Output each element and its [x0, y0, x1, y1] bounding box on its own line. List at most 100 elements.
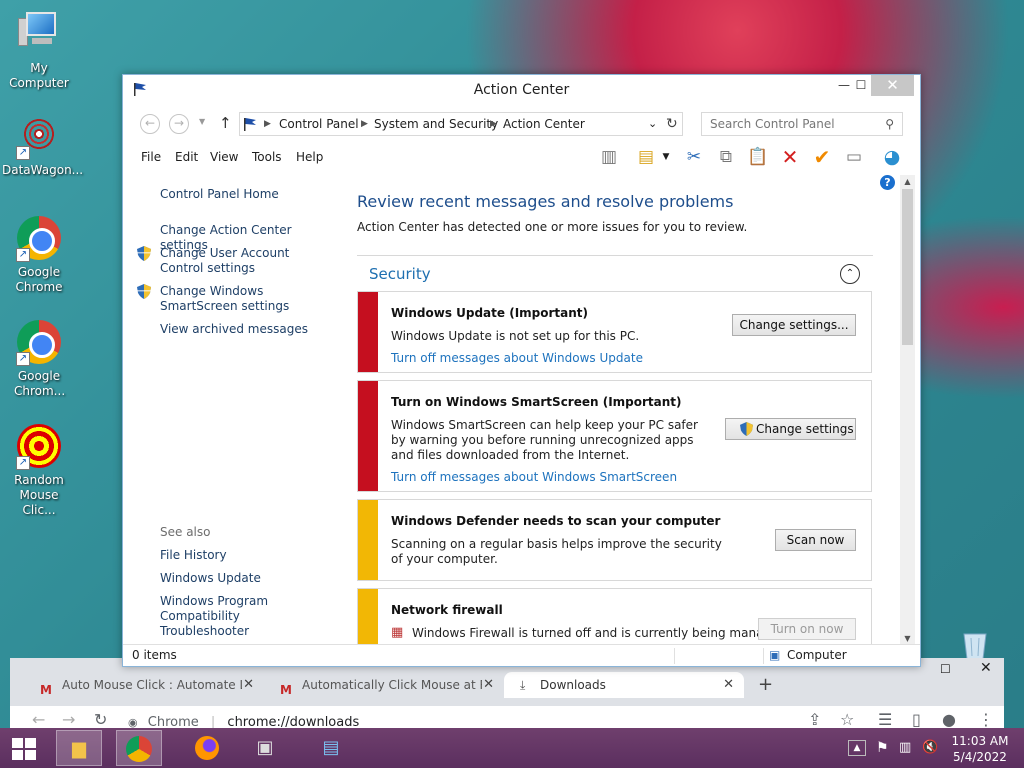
clock[interactable]: 11:03 AM 5/4/2022 [950, 733, 1010, 765]
taskbar-file-explorer[interactable]: ▆ [56, 730, 102, 766]
recycle-bin-icon[interactable] [958, 630, 992, 660]
profile-icon[interactable]: ● [942, 710, 956, 729]
search-input[interactable]: Search Control Panel ⚲ [701, 112, 903, 136]
globe-icon[interactable]: ◕ [879, 145, 905, 169]
properties-icon[interactable]: ▭ [841, 145, 867, 169]
scan-now-button[interactable]: Scan now [775, 529, 856, 551]
dropdown-chevron-icon[interactable]: ▼ [659, 145, 673, 169]
cut-icon[interactable]: ✂ [681, 145, 707, 169]
copy-icon[interactable]: ⧉ [713, 145, 739, 169]
menu-edit[interactable]: Edit [175, 150, 198, 164]
taskbar-firefox[interactable] [184, 730, 230, 766]
menu-help[interactable]: Help [296, 150, 323, 164]
chrome-icon: ↗ [16, 216, 62, 262]
page-subtitle: Action Center has detected one or more i… [357, 220, 748, 234]
menu-view[interactable]: View [210, 150, 238, 164]
see-also-file-history[interactable]: File History [160, 548, 227, 563]
see-also-windows-update[interactable]: Windows Update [160, 571, 261, 586]
delete-icon[interactable]: ✕ [777, 145, 803, 169]
chrome-tab[interactable]: M Auto Mouse Click : Automate Lef ✕ [24, 672, 264, 698]
address-dropdown-icon[interactable]: ⌄ [648, 113, 657, 135]
scrollbar-thumb[interactable] [902, 189, 913, 345]
address-bar[interactable]: ▶ Control Panel ▶ System and Security ▶ … [239, 112, 683, 136]
recent-pages-chevron-icon[interactable]: ▼ [199, 117, 205, 126]
back-button[interactable]: ← [140, 114, 160, 134]
network-icon[interactable]: ▥ [899, 740, 911, 755]
show-hidden-icons-icon[interactable]: ▲ [848, 740, 866, 756]
card-description: Windows Firewall is turned off and is cu… [412, 626, 787, 640]
bookmark-star-icon[interactable]: ☆ [840, 710, 854, 729]
card-turn-off-link[interactable]: Turn off messages about Windows SmartScr… [391, 470, 677, 484]
page-title: Review recent messages and resolve probl… [357, 192, 734, 211]
breadcrumb-action-center[interactable]: Action Center [503, 113, 585, 135]
collapse-chevron-icon[interactable]: ⌃ [840, 264, 860, 284]
sidebar-change-smartscreen-settings[interactable]: Change Windows SmartScreen settings [160, 284, 335, 314]
up-button[interactable]: ↑ [219, 114, 232, 132]
chrome-tab[interactable]: M Automatically Click Mouse at Ran ✕ [264, 672, 504, 698]
close-icon[interactable]: ✕ [483, 672, 494, 698]
scroll-down-icon[interactable]: ▼ [900, 634, 915, 643]
search-icon: ⚲ [885, 117, 894, 131]
target-icon: ↗ [16, 424, 62, 470]
desktop-icon-datawagon[interactable]: ↗ DataWagon... [2, 112, 83, 178]
chrome-close-button[interactable]: ✕ [980, 660, 992, 676]
desktop-icon-label: Random Mouse Clic... [14, 473, 64, 517]
taskbar-chrome[interactable] [116, 730, 162, 766]
card-description: Windows SmartScreen can help keep your P… [391, 418, 698, 462]
forward-icon[interactable]: → [62, 710, 75, 729]
close-icon[interactable]: ✕ [723, 672, 734, 698]
section-header-security[interactable]: Security [369, 265, 431, 283]
close-icon[interactable]: ✕ [243, 672, 254, 698]
chrome-tab-active[interactable]: ⤓ Downloads ✕ [504, 672, 744, 698]
message-card: Windows Update (Important) Windows Updat… [357, 291, 872, 373]
breadcrumb-control-panel[interactable]: Control Panel [279, 113, 359, 135]
back-icon[interactable]: ← [32, 710, 45, 729]
desktop-icon-random-mouse-clicker[interactable]: ↗ Random Mouse Clic... [2, 424, 76, 518]
uac-shield-icon [137, 246, 151, 261]
checkmark-icon[interactable]: ✔ [809, 145, 835, 169]
menu-tools[interactable]: Tools [252, 150, 282, 164]
paste-icon[interactable]: 📋 [745, 145, 771, 169]
forward-button[interactable]: → [169, 114, 189, 134]
new-tab-button[interactable]: + [758, 674, 773, 695]
desktop-icon-google-chrome-2[interactable]: ↗ Google Chrom... [2, 320, 76, 399]
turn-on-now-button[interactable]: Turn on now [758, 618, 856, 640]
see-also-compatibility-troubleshooter[interactable]: Windows Program Compatibility Troublesho… [160, 594, 330, 639]
tab-title: Downloads [540, 678, 606, 692]
menu-icon[interactable]: ⋮ [978, 710, 994, 729]
volume-muted-icon[interactable]: 🔇 [922, 740, 938, 755]
vertical-scrollbar[interactable]: ▲ ▼ [900, 175, 915, 645]
start-button[interactable] [12, 738, 36, 760]
menu-file[interactable]: File [141, 150, 161, 164]
layout-pane-icon[interactable]: ▥ [596, 145, 622, 169]
taskbar-control-panel[interactable]: ▤ [308, 730, 354, 766]
side-panel-icon[interactable]: ▯ [912, 710, 921, 729]
computer-icon: ▣ [769, 648, 781, 662]
desktop-icon-google-chrome[interactable]: ↗ Google Chrome [2, 216, 76, 295]
sidebar-control-panel-home[interactable]: Control Panel Home [160, 187, 279, 202]
change-settings-button[interactable]: Change settings [725, 418, 856, 440]
close-button[interactable]: ✕ [871, 75, 914, 96]
reading-list-icon[interactable]: ☰ [878, 710, 892, 729]
uac-shield-icon [740, 422, 753, 436]
change-settings-button[interactable]: Change settings... [732, 314, 856, 336]
chrome-minimize-button[interactable]: ☐ [940, 662, 951, 676]
folder-options-icon[interactable]: ▤ [633, 145, 659, 169]
desktop-icon-label: My Computer [9, 61, 69, 90]
action-center-flag-icon[interactable]: ⚑ [876, 740, 889, 756]
desktop-icon-my-computer[interactable]: My Computer [2, 8, 76, 91]
refresh-icon[interactable]: ↻ [666, 113, 678, 135]
window-title: Action Center [473, 82, 570, 98]
scroll-up-icon[interactable]: ▲ [900, 177, 915, 186]
reload-icon[interactable]: ↻ [94, 710, 107, 729]
breadcrumb-system-and-security[interactable]: System and Security [374, 113, 498, 135]
desktop-icon-label: Google Chrom... [14, 369, 66, 398]
status-divider [763, 648, 764, 664]
sidebar-change-uac-settings[interactable]: Change User Account Control settings [160, 246, 330, 276]
shortcut-arrow-icon: ↗ [16, 456, 30, 470]
help-icon[interactable]: ? [880, 175, 895, 190]
taskbar-app[interactable]: ▣ [242, 730, 288, 766]
sidebar-view-archived-messages[interactable]: View archived messages [160, 322, 308, 337]
share-icon[interactable]: ⇪ [808, 710, 821, 729]
card-turn-off-link[interactable]: Turn off messages about Windows Update [391, 351, 643, 365]
